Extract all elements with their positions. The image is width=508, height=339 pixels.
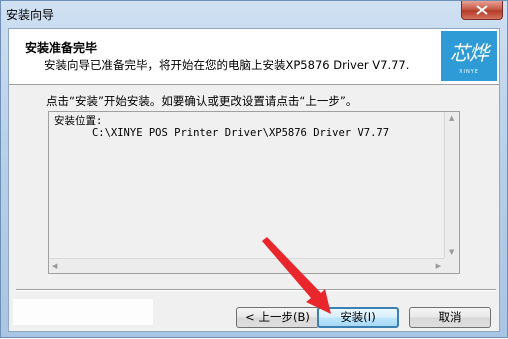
title-bar[interactable]: 安装向导	[1, 1, 507, 27]
logo-mark: 芯烨	[450, 41, 489, 65]
settings-summary-text: 安装位置: C:\XINYE POS Printer Driver\XP5876…	[54, 115, 389, 139]
brand-area	[13, 299, 153, 325]
window-title: 安装向导	[6, 8, 55, 22]
installer-window: 安装向导 安装准备完毕 安装向导已准备完毕，将开始在您的电脑上安装XP5876 …	[0, 0, 508, 338]
scroll-down-icon[interactable]: ▼	[449, 248, 454, 256]
install-location-path: C:\XINYE POS Printer Driver\XP5876 Drive…	[91, 127, 390, 139]
instruction-text: 点击“安装”开始安装。如要确认或更改设置请点击“上一步”。	[46, 94, 358, 108]
cancel-button[interactable]: 取消	[409, 307, 491, 328]
horizontal-scrollbar[interactable]: ◀ ▶	[49, 258, 444, 273]
close-button[interactable]	[461, 1, 503, 20]
footer-separator	[16, 289, 496, 291]
close-icon	[476, 5, 488, 15]
scroll-left-icon[interactable]: ◀	[52, 262, 57, 270]
brand-logo: 芯烨 XINYE	[441, 31, 497, 81]
logo-subtext: XINYE	[459, 69, 479, 75]
vertical-scrollbar[interactable]: ▲ ▼	[444, 112, 459, 258]
install-button[interactable]: 安装(I)	[317, 307, 399, 328]
page-subtitle: 安装向导已准备完毕，将开始在您的电脑上安装XP5876 Driver V7.77…	[44, 58, 410, 72]
settings-summary-box[interactable]: 安装位置: C:\XINYE POS Printer Driver\XP5876…	[48, 111, 460, 274]
wizard-header: 安装准备完毕 安装向导已准备完毕，将开始在您的电脑上安装XP5876 Drive…	[9, 29, 499, 85]
dialog-client-area: 安装准备完毕 安装向导已准备完毕，将开始在您的电脑上安装XP5876 Drive…	[8, 28, 500, 332]
page-title: 安装准备完毕	[25, 41, 98, 55]
scroll-up-icon[interactable]: ▲	[449, 114, 454, 122]
install-location-label: 安装位置:	[54, 115, 103, 127]
back-button[interactable]: < 上一步(B)	[236, 307, 319, 328]
scrollbar-corner	[444, 258, 459, 273]
scroll-right-icon[interactable]: ▶	[436, 262, 441, 270]
